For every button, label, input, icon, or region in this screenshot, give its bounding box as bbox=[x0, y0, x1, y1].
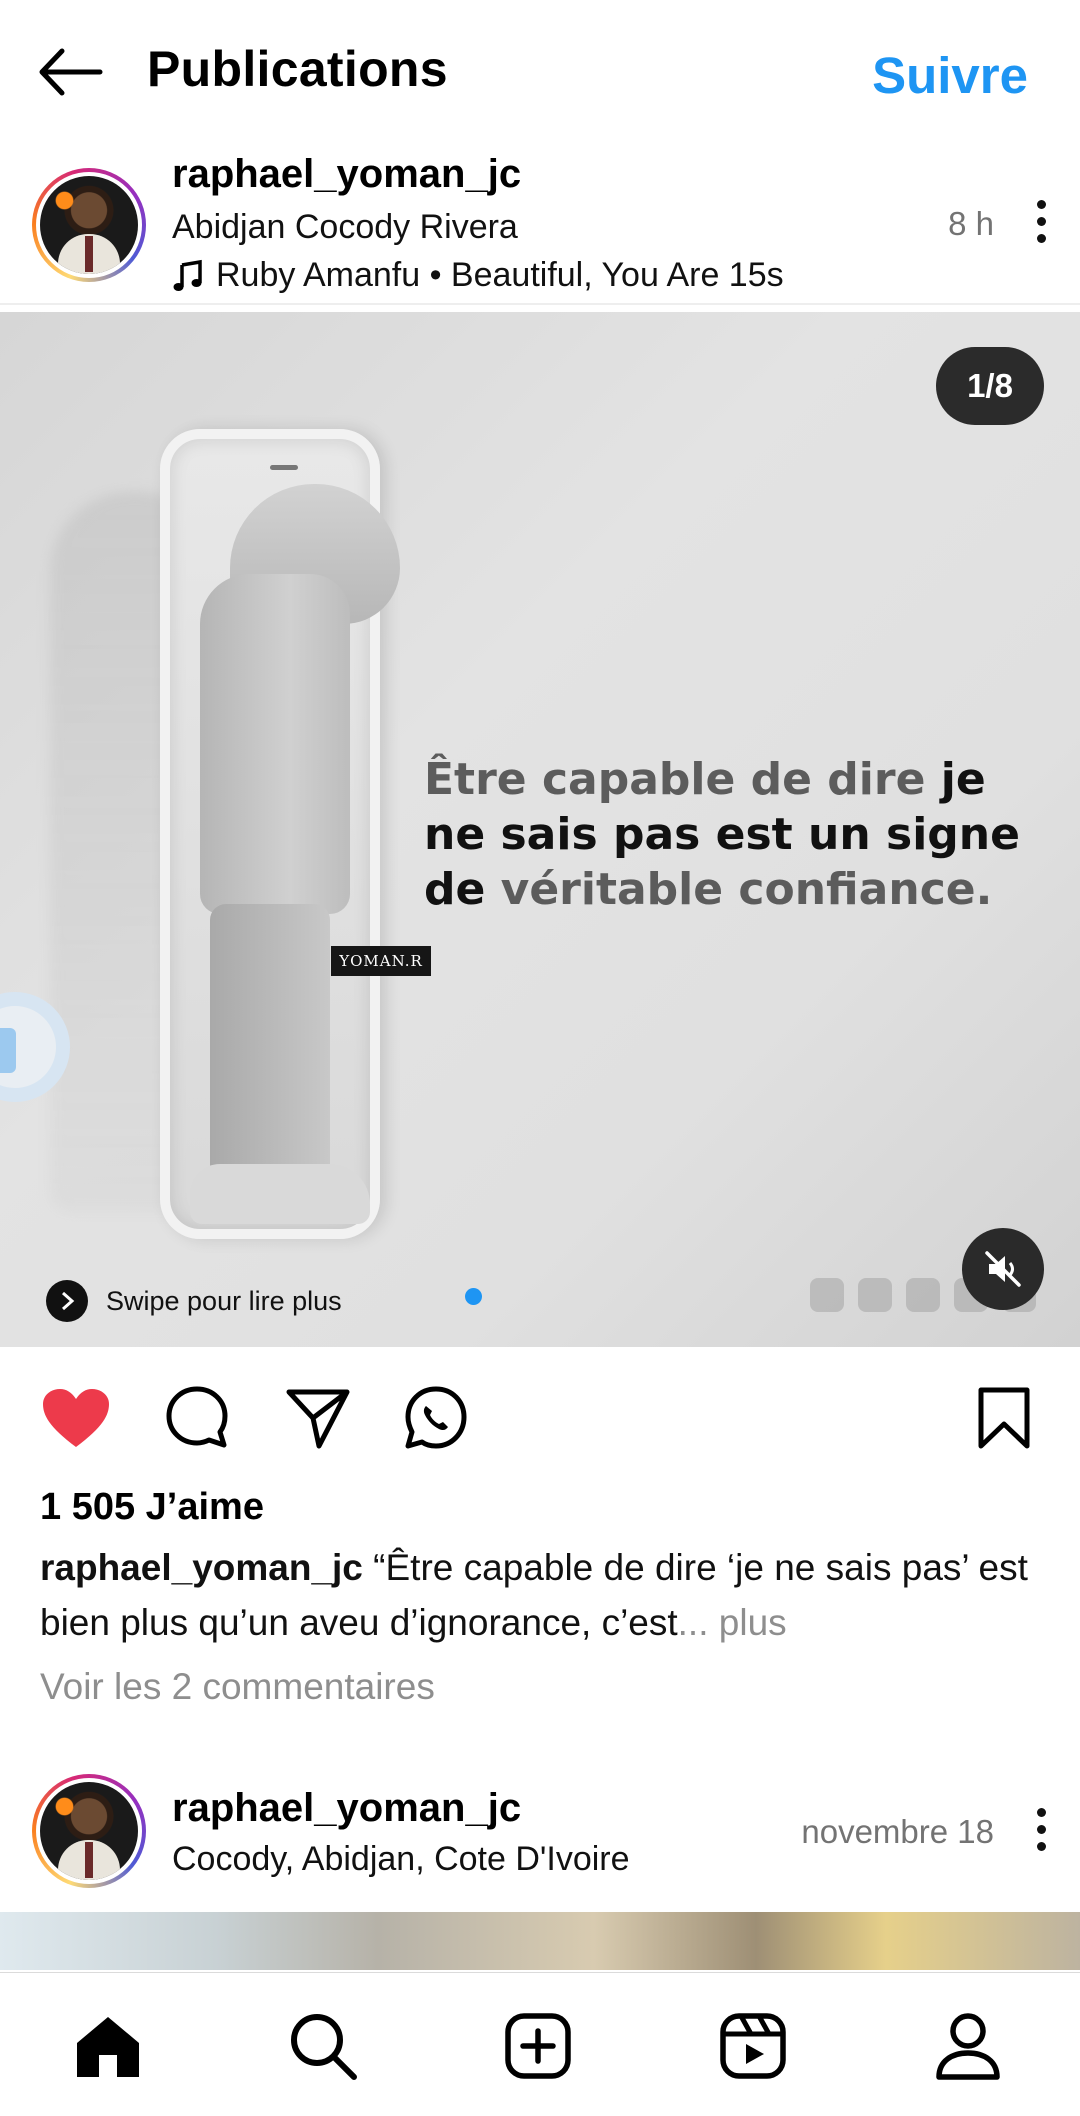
divider bbox=[0, 303, 1080, 305]
page-title: Publications bbox=[147, 41, 448, 97]
paper-plane-icon bbox=[286, 1389, 350, 1449]
post-music[interactable]: Ruby Amanfu • Beautiful, You Are 15s bbox=[172, 256, 784, 295]
search-icon bbox=[291, 2014, 357, 2080]
next-post-media-preview[interactable] bbox=[0, 1912, 1080, 1970]
heart-filled-icon bbox=[43, 1389, 109, 1447]
create-icon bbox=[505, 2013, 571, 2079]
post-location[interactable]: Abidjan Cocody Rivera bbox=[172, 208, 518, 247]
top-bar: Publications Suivre bbox=[0, 0, 1080, 145]
swipe-hint: Swipe pour lire plus bbox=[46, 1280, 342, 1322]
more-options-icon[interactable] bbox=[1030, 200, 1052, 248]
profile-icon bbox=[936, 2013, 1000, 2080]
watermark-tag: YOMAN.R bbox=[331, 946, 431, 976]
nav-search-button[interactable] bbox=[283, 2006, 363, 2086]
nav-profile-button[interactable] bbox=[928, 2006, 1008, 2086]
caption-more-link[interactable]: ... plus bbox=[678, 1602, 787, 1643]
phone-speaker bbox=[270, 465, 298, 470]
avatar[interactable] bbox=[40, 1782, 138, 1880]
post-media-carousel[interactable]: 1/8 YOMAN.R Être capable de dire je ne s… bbox=[0, 312, 1080, 1347]
view-comments-link[interactable]: Voir les 2 commentaires bbox=[40, 1666, 435, 1708]
caption-username[interactable]: raphael_yoman_jc bbox=[40, 1547, 363, 1588]
post-time: 8 h bbox=[948, 205, 994, 242]
save-button[interactable] bbox=[968, 1382, 1040, 1454]
share-button[interactable] bbox=[282, 1382, 354, 1454]
like-count[interactable]: 1 505 J’aime bbox=[40, 1486, 264, 1529]
whatsapp-icon bbox=[405, 1386, 467, 1449]
hooded-figure bbox=[190, 484, 410, 1224]
home-icon bbox=[77, 2017, 139, 2077]
avatar-tie bbox=[85, 236, 93, 272]
nav-home-button[interactable] bbox=[68, 2006, 148, 2086]
more-options-icon[interactable] bbox=[1030, 1808, 1052, 1856]
reels-icon bbox=[720, 2013, 786, 2079]
carousel-indicator bbox=[465, 1288, 482, 1305]
post-location[interactable]: Cocody, Abidjan, Cote D'Ivoire bbox=[172, 1840, 630, 1879]
like-button[interactable] bbox=[40, 1382, 112, 1454]
swipe-label: Swipe pour lire plus bbox=[106, 1285, 342, 1316]
mute-button[interactable] bbox=[962, 1228, 1044, 1310]
nav-create-button[interactable] bbox=[498, 2006, 578, 2086]
chevron-right-icon bbox=[46, 1280, 88, 1322]
comment-bubble-icon bbox=[166, 1386, 228, 1448]
quote-text: Être capable de dire je ne sais pas est … bbox=[424, 754, 1020, 915]
follow-button[interactable]: Suivre bbox=[872, 46, 1028, 105]
carousel-counter: 1/8 bbox=[936, 347, 1044, 425]
post-caption[interactable]: raphael_yoman_jc “Être capable de dire ‘… bbox=[40, 1540, 1050, 1650]
post-username[interactable]: raphael_yoman_jc bbox=[172, 1786, 521, 1831]
bookmark-icon bbox=[978, 1387, 1030, 1449]
arrow-left-icon bbox=[39, 48, 103, 96]
avatar[interactable] bbox=[40, 176, 138, 274]
back-button[interactable] bbox=[34, 40, 106, 104]
post-time: novembre 18 bbox=[801, 1813, 994, 1850]
music-label: Ruby Amanfu • Beautiful, You Are 15s bbox=[216, 256, 784, 294]
speaker-muted-icon bbox=[985, 1251, 1021, 1287]
music-note-icon bbox=[173, 259, 202, 291]
nav-reels-button[interactable] bbox=[713, 2006, 793, 2086]
post-username[interactable]: raphael_yoman_jc bbox=[172, 152, 521, 197]
comment-button[interactable] bbox=[161, 1382, 233, 1454]
whatsapp-share-button[interactable] bbox=[400, 1382, 472, 1454]
